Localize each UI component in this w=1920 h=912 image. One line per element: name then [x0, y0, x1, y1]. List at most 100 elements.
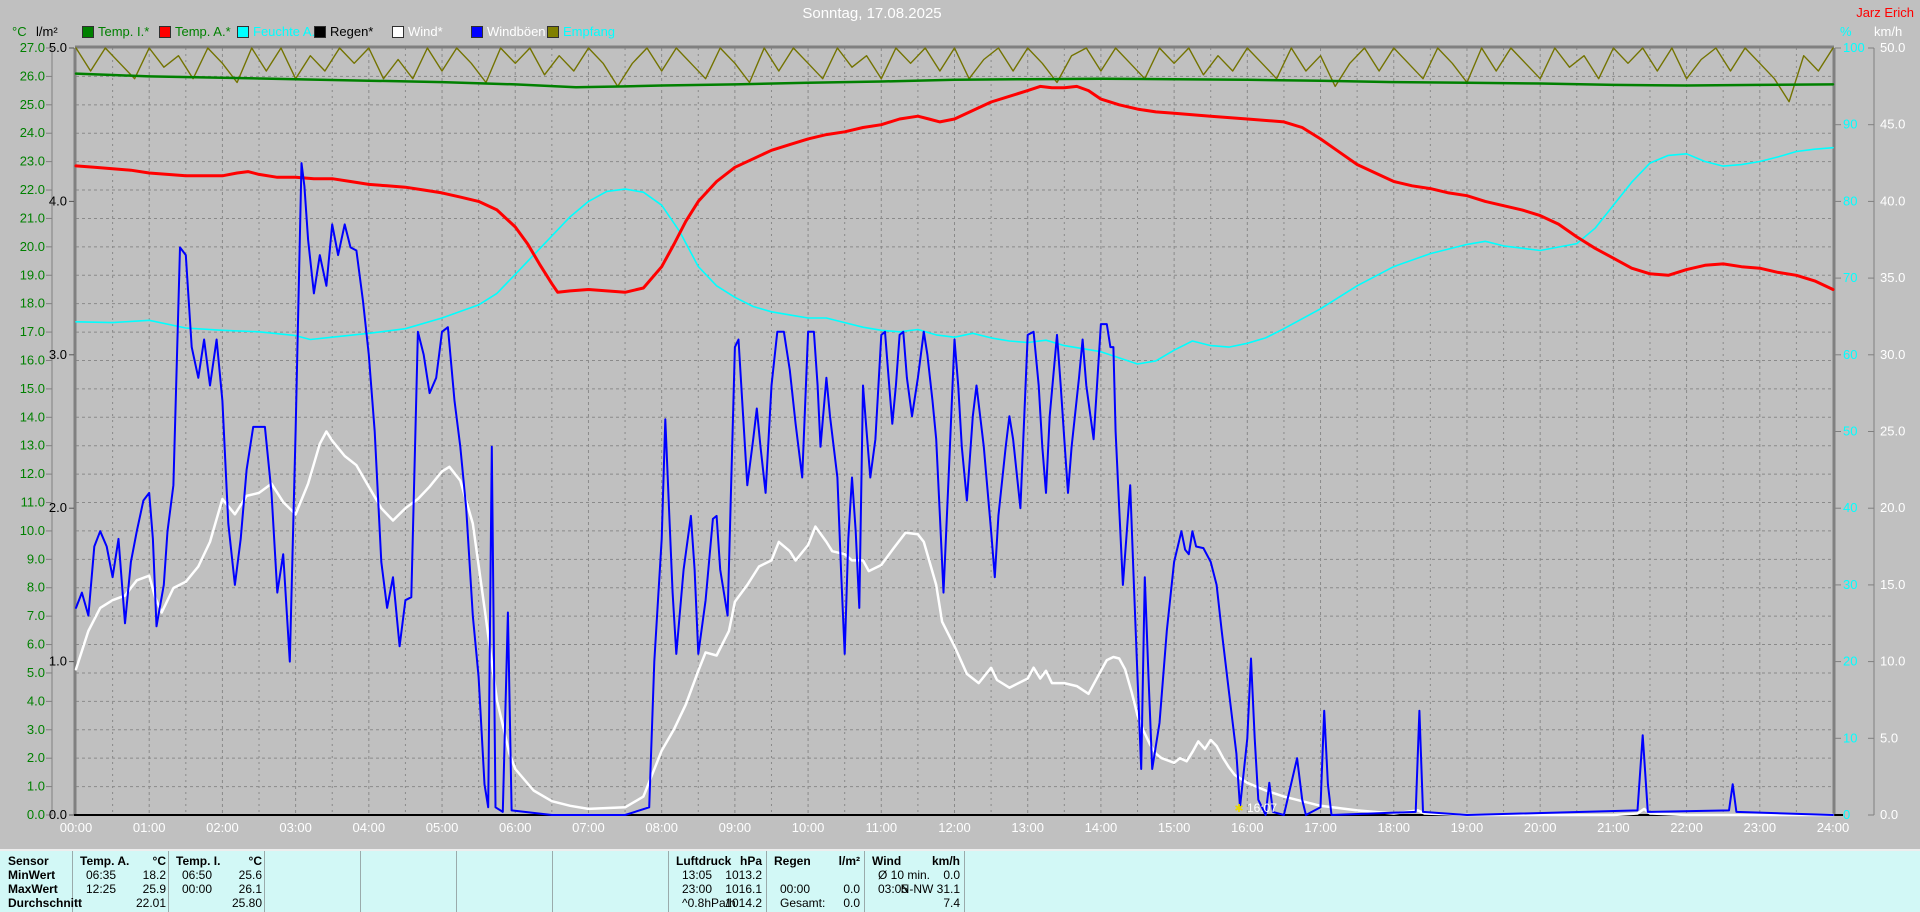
rain-axis-label: 1.0 — [49, 654, 67, 669]
temp-axis-label: 12.0 — [20, 466, 45, 481]
rain-axis-label: 4.0 — [49, 193, 67, 208]
cell-temp-i-value: 25.6 — [238, 868, 262, 882]
x-axis-label: 17:00 — [1304, 820, 1337, 835]
col-header-luftdruck: Luftdruck — [676, 854, 732, 868]
temp-axis-label: 27.0 — [20, 40, 45, 55]
col-unit-regen: l/m² — [838, 854, 860, 868]
cell-temp-a-value: 18.2 — [142, 868, 166, 882]
wind-axis-label: 25.0 — [1880, 424, 1905, 439]
temp-axis-label: 9.0 — [27, 551, 45, 566]
cell-wind-value: N-NW 31.1 — [900, 882, 960, 896]
x-axis-label: 06:00 — [499, 820, 532, 835]
cell-temp-i-left: 00:00 — [182, 882, 213, 896]
x-axis-label: 11:00 — [866, 820, 898, 835]
cell-regen-value: 0.0 — [843, 882, 860, 896]
temp-axis-label: 16.0 — [20, 352, 45, 367]
wind-axis-label: 40.0 — [1880, 193, 1905, 208]
weather-chart-window: Sonntag, 17.08.2025 Jarz Erich °C l/m² %… — [0, 0, 1920, 912]
wind-axis-label: 20.0 — [1880, 500, 1905, 515]
cell-luftdruck-value: 1013.2 — [725, 868, 762, 882]
col-unit-temp-i: °C — [248, 854, 262, 868]
table-divider — [964, 851, 965, 912]
cell-regen-left: Gesamt: — [780, 896, 826, 910]
cell-temp-i-value: 26.1 — [238, 882, 262, 896]
cell-luftdruck-left: 23:00 — [682, 882, 713, 896]
temp-axis-label: 13.0 — [20, 438, 45, 453]
temp-axis-label: 4.0 — [27, 693, 45, 708]
x-axis-label: 19:00 — [1451, 820, 1484, 835]
col-header-wind: Wind — [872, 854, 902, 868]
cell-temp-a-left: 06:35 — [86, 868, 117, 882]
wind-axis-label: 30.0 — [1880, 347, 1905, 362]
temp-axis-label: 23.0 — [20, 154, 45, 169]
x-axis-label: 22:00 — [1670, 820, 1703, 835]
x-axis-label: 00:00 — [60, 820, 93, 835]
chart-canvas: 0.0 1.0 2.0 3.0 4.0 5.0 6.0 7.0 8.0 9.0 10.0 11.0 12… — [20, 40, 1906, 835]
x-axis-label: 15:00 — [1158, 820, 1191, 835]
wind-axis-label: 10.0 — [1880, 654, 1905, 669]
temp-axis-label: 8.0 — [27, 580, 45, 595]
x-axis-label: 04:00 — [353, 820, 386, 835]
table-divider — [168, 851, 169, 912]
humidity-axis-label: 40 — [1843, 500, 1857, 515]
table-divider — [360, 851, 361, 912]
humidity-axis-label: 20 — [1843, 654, 1857, 669]
humidity-axis-label: 70 — [1843, 270, 1857, 285]
col-header-temp-a: Temp. A. — [80, 854, 130, 868]
x-axis-label: 20:00 — [1524, 820, 1557, 835]
temp-axis-label: 11.0 — [21, 495, 45, 510]
row-label-minwert: MinWert — [8, 868, 56, 882]
humidity-axis-label: 80 — [1843, 193, 1857, 208]
rain-axis-label: 2.0 — [49, 500, 67, 515]
x-axis-label: 14:00 — [1085, 820, 1118, 835]
x-axis-label: 02:00 — [206, 820, 239, 835]
x-axis-label: 16:00 — [1231, 820, 1264, 835]
series-temp-a — [74, 84, 1835, 294]
temp-axis-label: 15.0 — [20, 381, 45, 396]
cell-regen-left: 00:00 — [780, 882, 811, 896]
marker-time-label: 16:07 — [1247, 801, 1277, 815]
wind-axis-label: 45.0 — [1880, 117, 1905, 132]
cell-wind-value: 0.0 — [943, 868, 960, 882]
row-label-durchschnitt: Durchschnitt — [8, 896, 83, 910]
cell-wind-left: Ø 10 min. — [878, 868, 931, 882]
temp-axis-label: 26.0 — [20, 68, 45, 83]
wind-axis-label: 35.0 — [1880, 270, 1905, 285]
x-axis-label: 21:00 — [1597, 820, 1630, 835]
x-axis-label: 10:00 — [792, 820, 825, 835]
cell-temp-a-value: 25.9 — [142, 882, 166, 896]
temp-axis-label: 0.0 — [27, 807, 45, 822]
temp-axis-label: 18.0 — [20, 296, 45, 311]
cell-luftdruck-left: 13:05 — [682, 868, 713, 882]
cell-temp-a-value: 22.01 — [135, 896, 166, 910]
temp-axis-label: 6.0 — [27, 637, 45, 652]
wind-axis-label: 15.0 — [1880, 577, 1905, 592]
temp-axis-label: 24.0 — [20, 125, 45, 140]
x-axis-label: 23:00 — [1744, 820, 1777, 835]
wind-axis-label: 0.0 — [1880, 807, 1898, 822]
row-label-sensor: Sensor — [8, 854, 49, 868]
table-divider — [552, 851, 553, 912]
x-axis-label: 18:00 — [1377, 820, 1410, 835]
temp-axis-label: 3.0 — [27, 722, 45, 737]
temp-axis-label: 7.0 — [27, 608, 45, 623]
temp-axis-label: 5.0 — [27, 665, 45, 680]
temp-axis-label: 2.0 — [27, 750, 45, 765]
cell-temp-a-left: 12:25 — [86, 882, 117, 896]
x-axis-label: 13:00 — [1011, 820, 1044, 835]
wind-axis-label: 50.0 — [1880, 40, 1905, 55]
x-axis-label: 01:00 — [133, 820, 166, 835]
x-axis-label: 08:00 — [645, 820, 678, 835]
wind-axis-label: 5.0 — [1880, 730, 1898, 745]
cell-temp-i-value: 25.80 — [231, 896, 262, 910]
col-unit-wind: km/h — [931, 854, 960, 868]
temp-axis-label: 17.0 — [20, 324, 45, 339]
humidity-axis-label: 10 — [1843, 730, 1857, 745]
x-axis-label: 12:00 — [938, 820, 971, 835]
humidity-axis-label: 60 — [1843, 347, 1857, 362]
temp-axis-label: 19.0 — [20, 267, 45, 282]
temp-axis-label: 20.0 — [20, 239, 45, 254]
col-unit-luftdruck: hPa — [739, 854, 762, 868]
col-header-regen: Regen — [774, 854, 811, 868]
cell-luftdruck-value: 1016.1 — [725, 882, 762, 896]
